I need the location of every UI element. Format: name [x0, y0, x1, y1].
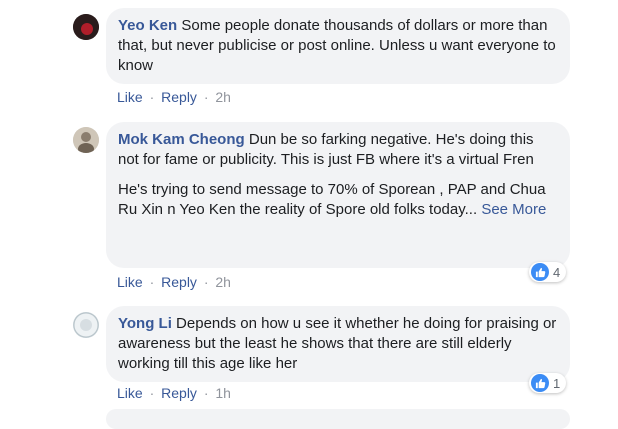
separator: · — [203, 89, 209, 105]
avatar-image — [73, 127, 99, 153]
reaction-count: 1 — [553, 375, 561, 391]
avatar-image — [73, 14, 99, 40]
separator: · — [149, 385, 155, 401]
next-comment-bubble-edge — [106, 409, 570, 429]
separator: · — [149, 89, 155, 105]
separator: · — [203, 385, 209, 401]
thumbs-up-icon — [531, 263, 549, 281]
comment-actions: Like · Reply · 1h — [117, 385, 231, 401]
reply-link[interactable]: Reply — [161, 274, 197, 290]
separator: · — [149, 274, 155, 290]
reaction-count-badge[interactable]: 4 — [529, 262, 567, 282]
comment-author[interactable]: Yeo Ken — [118, 17, 177, 34]
avatar-image — [73, 312, 99, 338]
like-link[interactable]: Like — [117, 89, 143, 105]
thumbs-up-icon — [531, 374, 549, 392]
comment-timestamp[interactable]: 2h — [215, 89, 231, 105]
comment-timestamp[interactable]: 2h — [215, 274, 231, 290]
comment-text: Depends on how u see it whether he doing… — [118, 315, 557, 372]
comment-author[interactable]: Yong Li — [118, 315, 172, 332]
see-more-link[interactable]: See More — [481, 201, 546, 218]
comment-text: Some people donate thousands of dollars … — [118, 17, 556, 74]
avatar[interactable] — [73, 127, 99, 153]
comment-bubble: Yeo Ken Some people donate thousands of … — [106, 8, 570, 84]
comment-text-paragraph: He's trying to send message to 70% of Sp… — [118, 180, 558, 220]
ellipsis: ... — [464, 201, 478, 218]
reply-link[interactable]: Reply — [161, 89, 197, 105]
reply-link[interactable]: Reply — [161, 385, 197, 401]
comment-bubble: Mok Kam Cheong Dun be so farking negativ… — [106, 122, 570, 268]
like-link[interactable]: Like — [117, 385, 143, 401]
avatar[interactable] — [73, 14, 99, 40]
comment-bubble: Yong Li Depends on how u see it whether … — [106, 306, 570, 382]
avatar[interactable] — [73, 312, 99, 338]
reaction-count: 4 — [553, 264, 561, 280]
comment-author[interactable]: Mok Kam Cheong — [118, 131, 245, 148]
reaction-count-badge[interactable]: 1 — [529, 373, 567, 393]
separator: · — [203, 274, 209, 290]
comment-actions: Like · Reply · 2h — [117, 274, 231, 290]
comment-actions: Like · Reply · 2h — [117, 89, 231, 105]
like-link[interactable]: Like — [117, 274, 143, 290]
comment-timestamp[interactable]: 1h — [215, 385, 231, 401]
